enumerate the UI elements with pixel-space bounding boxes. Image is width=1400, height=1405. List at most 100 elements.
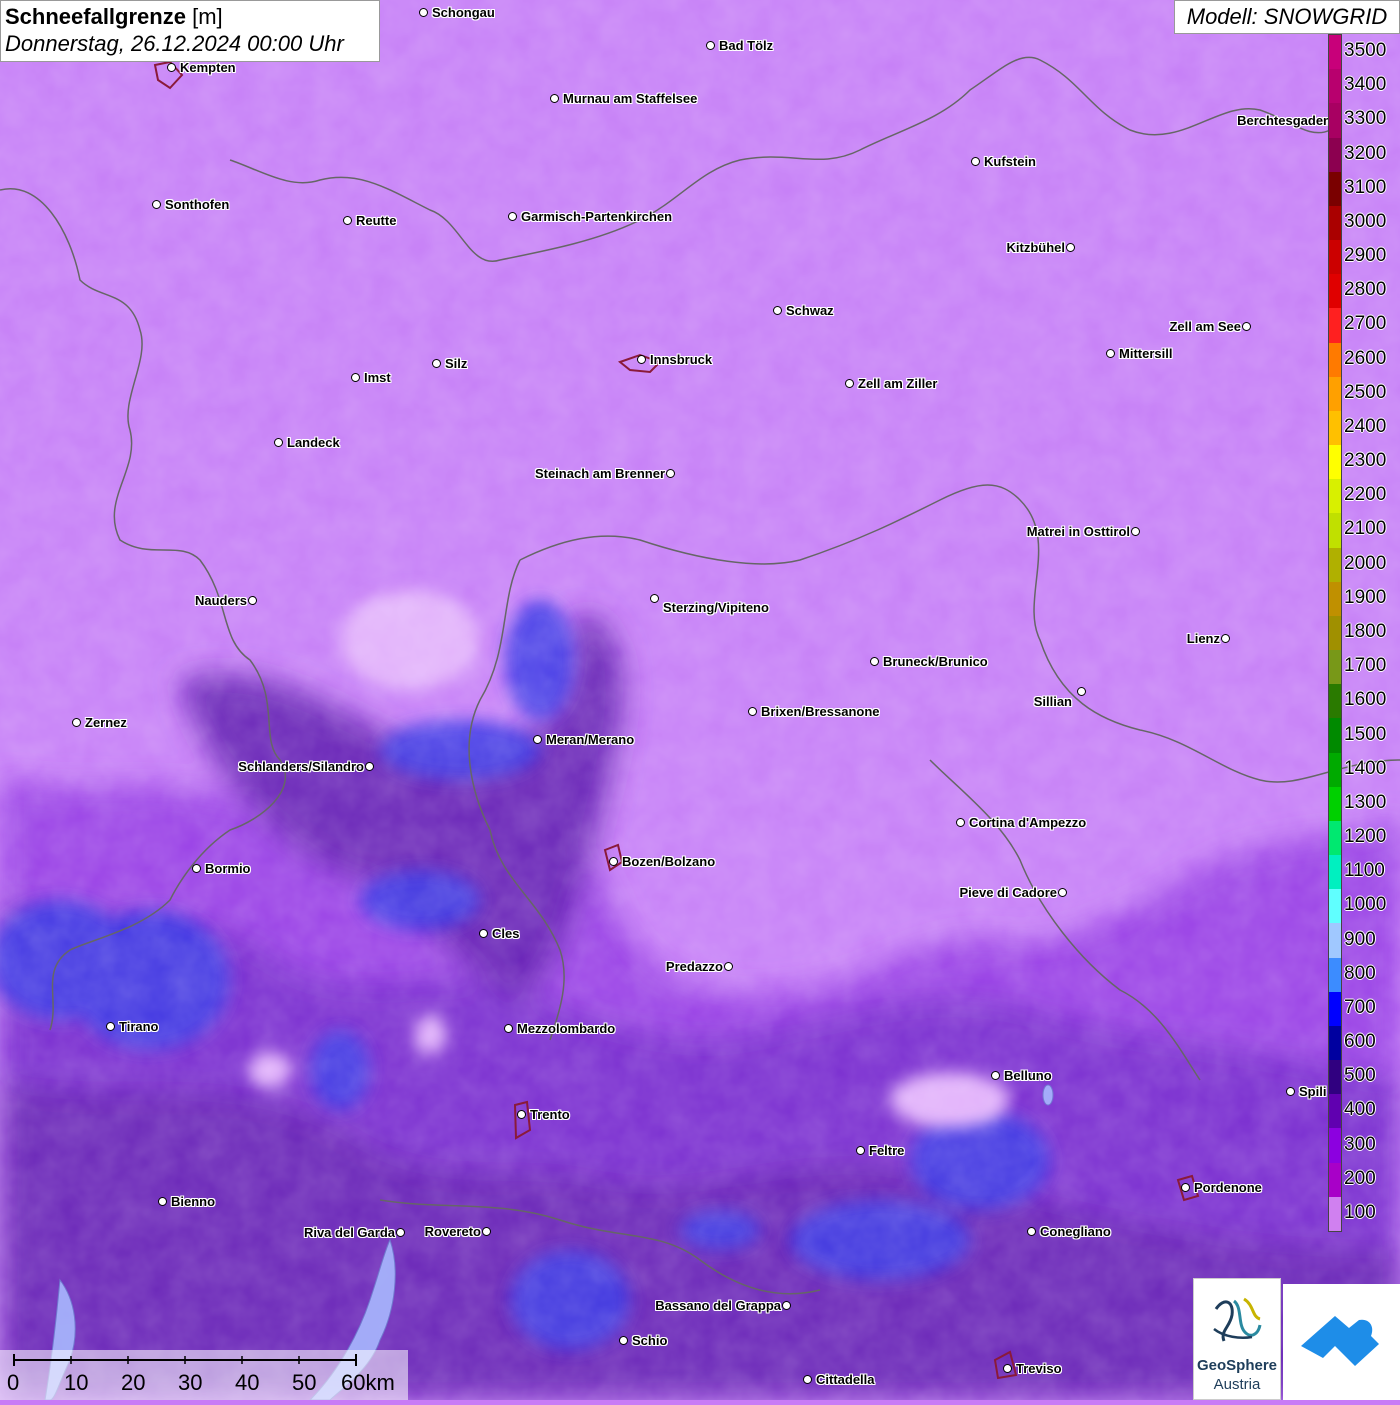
geosphere-name: GeoSphere xyxy=(1196,1357,1278,1374)
legend-label: 3400 xyxy=(1344,74,1387,96)
city-marker xyxy=(637,355,646,364)
city-marker xyxy=(1242,322,1251,331)
legend-swatch xyxy=(1329,1162,1341,1198)
city-marker xyxy=(724,962,733,971)
city-marker xyxy=(72,718,81,727)
city-marker xyxy=(504,1024,513,1033)
legend-swatch xyxy=(1329,547,1341,583)
legend-swatch xyxy=(1329,69,1341,104)
legend-label: 3300 xyxy=(1344,108,1387,130)
legend-swatch xyxy=(1329,615,1341,651)
legend-swatch xyxy=(1329,513,1341,549)
city-marker xyxy=(167,63,176,72)
city-marker xyxy=(773,306,782,315)
city-marker xyxy=(432,359,441,368)
legend-swatch xyxy=(1329,1128,1341,1164)
legend-swatch xyxy=(1329,376,1341,412)
legend-label: 1800 xyxy=(1344,621,1387,642)
legend-label: 200 xyxy=(1344,1167,1376,1189)
map-date: Donnerstag, 26.12.2024 00:00 Uhr xyxy=(5,31,344,56)
legend-label: 2400 xyxy=(1344,415,1387,437)
legend-swatch xyxy=(1329,240,1341,275)
city-marker xyxy=(619,1336,628,1345)
legend-label: 1600 xyxy=(1344,689,1387,711)
legend-swatch xyxy=(1329,581,1341,617)
city-label: Brixen/Bressanone xyxy=(761,704,880,719)
legend-label: 3500 xyxy=(1344,40,1387,62)
city-marker xyxy=(666,469,675,478)
legend-swatch xyxy=(1329,308,1341,344)
city-label: Pieve di Cadore xyxy=(959,885,1057,900)
city-label: Bozen/Bolzano xyxy=(622,854,716,869)
city-marker xyxy=(782,1301,791,1310)
city-marker xyxy=(479,929,488,938)
city-marker xyxy=(533,735,542,744)
legend-swatch xyxy=(1329,137,1341,173)
city-label: Schlanders/Silandro xyxy=(238,759,364,774)
legend-swatch xyxy=(1329,1025,1341,1061)
city-marker xyxy=(1131,527,1140,536)
scale-label: 0 xyxy=(7,1370,20,1395)
city-marker xyxy=(1058,888,1067,897)
legend-label: 2100 xyxy=(1344,518,1387,540)
city-marker xyxy=(508,212,517,221)
city-label: Pordenone xyxy=(1194,1180,1262,1195)
city-label: Meran/Merano xyxy=(546,732,635,747)
legend-label: 3200 xyxy=(1344,142,1387,164)
legend-label: 900 xyxy=(1344,928,1376,950)
city-label: Murnau am Staffelsee xyxy=(563,91,698,106)
legend-swatch xyxy=(1329,410,1341,446)
city-marker xyxy=(419,8,428,17)
legend-label: 2900 xyxy=(1344,245,1387,267)
city-label: Tirano xyxy=(119,1019,159,1034)
legend-swatch xyxy=(1329,684,1341,719)
legend-label: 1400 xyxy=(1344,757,1387,779)
legend-swatch xyxy=(1329,889,1341,924)
city-label: Landeck xyxy=(287,435,340,450)
legend-swatch xyxy=(1329,650,1341,685)
city-label: Rovereto xyxy=(424,1224,481,1239)
legend-label: 1900 xyxy=(1344,586,1387,608)
city-marker xyxy=(106,1022,115,1031)
city-marker xyxy=(706,41,715,50)
legend-swatch xyxy=(1329,479,1341,514)
city-label: Bienno xyxy=(171,1194,216,1209)
city-label: Zernez xyxy=(85,715,127,730)
legend-label: 2300 xyxy=(1344,450,1387,472)
legend-label: 2600 xyxy=(1344,347,1387,369)
city-marker xyxy=(158,1197,167,1206)
legend-label: 3000 xyxy=(1344,210,1387,232)
city-marker xyxy=(1221,634,1230,643)
city-marker xyxy=(482,1227,491,1236)
city-marker xyxy=(396,1228,405,1237)
cloud-app-logo xyxy=(1283,1284,1400,1400)
legend-label: 400 xyxy=(1344,1099,1376,1121)
city-marker xyxy=(550,94,559,103)
city-label: Zell am See xyxy=(1169,319,1241,334)
city-label: Bassano del Grappa xyxy=(655,1298,781,1313)
legend-swatch xyxy=(1329,957,1341,993)
legend-label: 1000 xyxy=(1344,894,1387,916)
legend-label: 3100 xyxy=(1344,176,1387,198)
legend-swatch xyxy=(1329,342,1341,378)
city-marker xyxy=(351,373,360,382)
city-label: Cittadella xyxy=(816,1372,875,1387)
city-marker xyxy=(517,1110,526,1119)
geosphere-logo: GeoSphere Austria xyxy=(1193,1278,1281,1400)
city-marker xyxy=(152,200,161,209)
city-label: Silz xyxy=(445,356,468,371)
city-marker xyxy=(956,818,965,827)
city-label: Bad Tölz xyxy=(719,38,774,53)
city-label: Feltre xyxy=(869,1143,905,1158)
city-label: Schio xyxy=(632,1333,668,1348)
legend-label: 1500 xyxy=(1344,723,1387,745)
city-marker xyxy=(365,762,374,771)
legend-label: 1100 xyxy=(1344,860,1385,882)
city-marker xyxy=(748,707,757,716)
city-label: Sonthofen xyxy=(165,197,230,212)
legend-label: 2700 xyxy=(1344,313,1387,335)
title-label: Schneefallgrenze xyxy=(5,4,186,29)
legend-swatch xyxy=(1329,855,1341,890)
city-label: Predazzo xyxy=(665,959,723,974)
city-marker xyxy=(1027,1227,1036,1236)
